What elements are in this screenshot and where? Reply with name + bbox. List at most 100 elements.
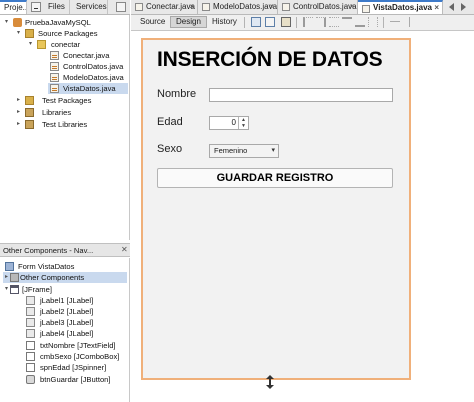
- expand-toggle-icon[interactable]: ▾: [27, 41, 34, 48]
- sexo-combobox[interactable]: Femenino ▾: [209, 144, 279, 158]
- guardar-registro-button[interactable]: GUARDAR REGISTRO: [157, 168, 393, 188]
- tree-item-label: spnEdad [JSpinner]: [40, 363, 107, 372]
- expand-toggle-icon[interactable]: ▾: [3, 286, 10, 293]
- tree-item-label: Libraries: [42, 108, 72, 117]
- navigator-btnguardar[interactable]: btnGuardar [JButton]: [26, 374, 126, 385]
- source-mode-button[interactable]: Source: [135, 16, 170, 28]
- close-tab-icon[interactable]: ×: [269, 0, 274, 13]
- navigator-title: Other Components - Nav...: [3, 246, 94, 255]
- java-file-icon: [50, 62, 59, 71]
- design-mode-button[interactable]: Design: [170, 16, 207, 28]
- nombre-field[interactable]: [209, 88, 393, 102]
- editor-tab-modelodatos[interactable]: ModeloDatos.java ×: [198, 0, 278, 14]
- tree-item-source-packages[interactable]: ▾ Source Packages: [15, 28, 128, 39]
- java-file-icon: [135, 3, 143, 11]
- tree-item-test-packages[interactable]: ▸ Test Packages: [15, 95, 128, 106]
- jcombobox-icon: [26, 352, 35, 361]
- align-top-icon[interactable]: [342, 17, 352, 27]
- tab-services[interactable]: Services: [72, 0, 108, 14]
- navigator-txtnombre[interactable]: txtNombre [JTextField]: [26, 340, 126, 351]
- projects-tree: ▾ PruebaJavaMySQL ▾ Source Packages ▾ co…: [0, 15, 130, 240]
- tree-item-test-libraries[interactable]: ▸ Test Libraries: [15, 119, 128, 130]
- java-file-icon: [50, 51, 59, 60]
- tab-files[interactable]: Files: [44, 0, 70, 14]
- navigator-jlabel4[interactable]: jLabel4 [JLabel]: [26, 328, 126, 339]
- tree-item-project[interactable]: ▾ PruebaJavaMySQL: [3, 17, 128, 28]
- toolbar-separator: [296, 17, 297, 28]
- tree-item-label: txtNombre [JTextField]: [40, 341, 116, 350]
- minimize-panel-icon[interactable]: [31, 2, 41, 12]
- tree-item-conectar-java[interactable]: Conectar.java: [50, 50, 128, 61]
- project-icon: [13, 18, 22, 27]
- tree-item-label: Other Components: [20, 273, 85, 282]
- preview-design-icon[interactable]: [281, 17, 291, 27]
- close-tab-icon[interactable]: ×: [434, 2, 439, 13]
- expand-toggle-icon[interactable]: ▸: [15, 109, 22, 116]
- tree-item-label: jLabel1 [JLabel]: [40, 296, 94, 305]
- form-title: INSERCIÓN DE DATOS: [157, 48, 383, 71]
- tree-item-controldatos-java[interactable]: ControlDatos.java: [50, 61, 128, 72]
- navigator-spnedad[interactable]: spnEdad [JSpinner]: [26, 362, 126, 373]
- tree-item-label: jLabel4 [JLabel]: [40, 329, 94, 338]
- editor-tab-controldatos[interactable]: ControlDatos.java ×: [278, 0, 358, 14]
- center-vertically-icon[interactable]: [368, 17, 378, 27]
- navigator-jlabel3[interactable]: jLabel3 [JLabel]: [26, 317, 126, 328]
- scroll-tabs-left-icon[interactable]: [449, 3, 454, 11]
- tree-item-package-conectar[interactable]: ▾ conectar: [27, 39, 128, 50]
- expand-toggle-icon[interactable]: ▸: [3, 274, 10, 281]
- history-mode-button[interactable]: History: [207, 16, 242, 28]
- expand-toggle-icon[interactable]: ▾: [3, 19, 10, 26]
- close-icon[interactable]: ✕: [121, 245, 128, 254]
- navigator-jframe[interactable]: ▾ [JFrame]: [3, 284, 127, 295]
- navigator-other-components[interactable]: ▸ Other Components: [3, 272, 127, 283]
- scroll-tabs-right-icon[interactable]: [461, 3, 466, 11]
- editor-tab-conectar[interactable]: Conectar.java ×: [131, 0, 198, 14]
- edad-spinner[interactable]: 0 ▲ ▼: [209, 116, 249, 130]
- jlabel-icon: [26, 329, 35, 338]
- navigator-form-node[interactable]: Form VistaDatos: [5, 261, 125, 272]
- jspinner-icon: [26, 363, 35, 372]
- sexo-label: Sexo: [157, 143, 183, 155]
- expand-toggle-icon[interactable]: ▸: [15, 121, 22, 128]
- expand-toggle-icon[interactable]: ▾: [15, 30, 22, 37]
- tree-item-label: Test Packages: [42, 96, 92, 105]
- tree-item-label: ControlDatos.java: [63, 62, 124, 71]
- tree-item-label: PruebaJavaMySQL: [25, 18, 91, 27]
- maximize-panel-icon[interactable]: [116, 2, 126, 12]
- navigator-jlabel1[interactable]: jLabel1 [JLabel]: [26, 295, 126, 306]
- java-file-icon: [50, 73, 59, 82]
- source-packages-icon: [25, 29, 34, 38]
- close-tab-icon[interactable]: ×: [189, 0, 194, 13]
- tree-item-modelodatos-java[interactable]: ModeloDatos.java: [50, 72, 128, 83]
- tree-item-label: ModeloDatos.java: [63, 73, 124, 82]
- expand-toggle-icon[interactable]: ▸: [15, 97, 22, 104]
- tree-item-label: Test Libraries: [42, 120, 88, 129]
- chevron-down-icon: ▾: [271, 147, 275, 154]
- editor-tab-label: ModeloDatos.java: [213, 2, 278, 11]
- tree-item-libraries[interactable]: ▸ Libraries: [15, 107, 128, 118]
- align-bottom-icon[interactable]: [355, 17, 365, 27]
- center-horizontally-icon[interactable]: [329, 17, 339, 27]
- editor-tab-label: ControlDatos.java: [293, 2, 357, 11]
- selection-mode-icon[interactable]: [251, 17, 261, 27]
- editor-tab-vistadatos[interactable]: VistaDatos.java ×: [358, 0, 443, 14]
- tree-item-vistadatos-java[interactable]: VistaDatos.java: [48, 83, 128, 94]
- spinner-arrows-icon[interactable]: ▲ ▼: [238, 117, 248, 129]
- change-resizability-vertical-icon[interactable]: [409, 17, 411, 27]
- navigator-cmbsexo[interactable]: cmbSexo [JComboBox]: [26, 351, 126, 362]
- projects-tabbar: Proje... Files Services: [0, 0, 130, 15]
- resize-handle-icon[interactable]: [265, 375, 275, 389]
- tree-item-label: btnGuardar [JButton]: [40, 375, 111, 384]
- close-tab-icon[interactable]: ×: [349, 0, 354, 13]
- tree-item-label: jLabel2 [JLabel]: [40, 307, 94, 316]
- align-left-icon[interactable]: [303, 17, 313, 27]
- tab-projects[interactable]: Proje...: [0, 0, 27, 14]
- align-right-icon[interactable]: [316, 17, 326, 27]
- navigator-jlabel2[interactable]: jLabel2 [JLabel]: [26, 306, 126, 317]
- tree-item-label: jLabel3 [JLabel]: [40, 318, 94, 327]
- tree-item-label: Source Packages: [38, 29, 98, 38]
- jlabel-icon: [26, 318, 35, 327]
- jlabel-icon: [26, 307, 35, 316]
- connection-mode-icon[interactable]: [265, 17, 275, 27]
- change-resizability-horizontal-icon[interactable]: [390, 21, 400, 23]
